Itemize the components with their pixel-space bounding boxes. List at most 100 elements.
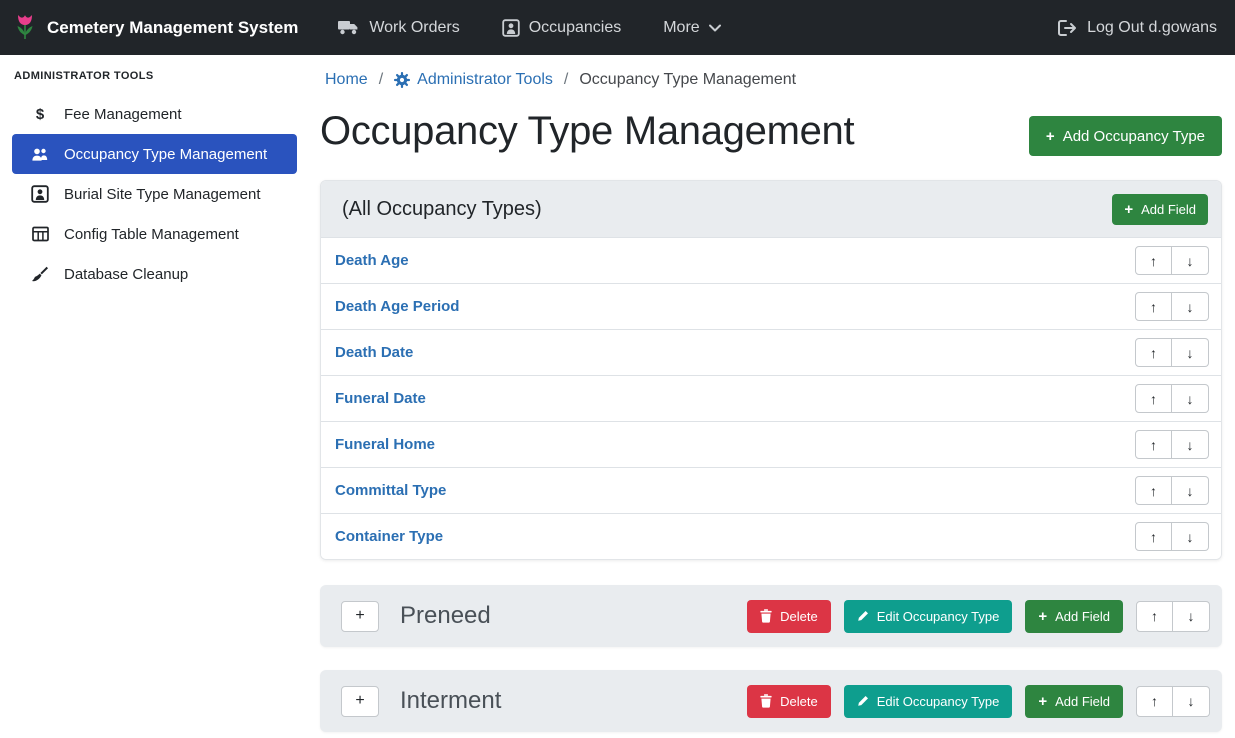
breadcrumb-admin-tools[interactable]: Administrator Tools (394, 71, 553, 89)
add-field-button[interactable]: + Add Field (1025, 600, 1123, 633)
move-up-button[interactable]: ↑ (1135, 476, 1172, 505)
reorder-buttons: ↑ ↓ (1135, 476, 1209, 505)
field-link[interactable]: Committal Type (335, 482, 446, 499)
arrow-up-icon: ↑ (1150, 483, 1157, 499)
sidebar-item-occupancy-type-management[interactable]: Occupancy Type Management (12, 134, 297, 174)
main-content: Home / Administrator Tools / Occupa (305, 55, 1235, 738)
app-brand[interactable]: Cemetery Management System (14, 13, 298, 43)
field-row: Death Age Period ↑ ↓ (321, 283, 1221, 329)
brand-title: Cemetery Management System (47, 18, 298, 38)
move-up-button[interactable]: ↑ (1135, 384, 1172, 413)
move-down-button[interactable]: ↓ (1172, 292, 1209, 321)
card-title: (All Occupancy Types) (342, 198, 542, 221)
plus-icon: + (355, 692, 364, 710)
edit-occupancy-type-button[interactable]: Edit Occupancy Type (844, 685, 1013, 718)
sidebar-item-config-table-management[interactable]: Config Table Management (12, 214, 297, 254)
arrow-up-icon: ↑ (1151, 693, 1158, 709)
nav-occupancies[interactable]: Occupancies (502, 19, 622, 37)
edit-occupancy-type-button[interactable]: Edit Occupancy Type (844, 600, 1013, 633)
add-field-label: Add Field (1055, 694, 1110, 709)
all-occupancy-types-header: (All Occupancy Types) + Add Field (321, 181, 1221, 237)
breadcrumb: Home / Administrator Tools / Occupa (325, 71, 1222, 89)
reorder-buttons: ↑ ↓ (1135, 246, 1209, 275)
nav-more[interactable]: More (663, 19, 720, 37)
reorder-buttons: ↑ ↓ (1135, 430, 1209, 459)
move-down-button[interactable]: ↓ (1172, 384, 1209, 413)
move-down-button[interactable]: ↓ (1173, 601, 1210, 632)
move-up-button[interactable]: ↑ (1135, 430, 1172, 459)
broom-icon (29, 266, 51, 283)
field-link[interactable]: Death Age Period (335, 298, 459, 315)
section-title: Preneed (400, 602, 747, 630)
move-down-button[interactable]: ↓ (1172, 430, 1209, 459)
field-link[interactable]: Container Type (335, 528, 443, 545)
arrow-down-icon: ↓ (1187, 299, 1194, 315)
sidebar-item-burial-site-type-management[interactable]: Burial Site Type Management (12, 174, 297, 214)
plus-icon: + (1046, 129, 1055, 144)
logout-button[interactable]: Log Out d.gowans (1058, 19, 1217, 37)
field-link[interactable]: Death Date (335, 344, 413, 361)
nav-work-orders[interactable]: Work Orders (338, 19, 459, 37)
breadcrumb-separator: / (564, 71, 568, 89)
section-buttons: Delete Edit Occupancy Type + Add Field ↑ (747, 685, 1210, 718)
all-occupancy-types-card: (All Occupancy Types) + Add Field Death … (320, 180, 1222, 560)
move-down-button[interactable]: ↓ (1172, 338, 1209, 367)
field-link[interactable]: Funeral Date (335, 390, 426, 407)
page-header: Occupancy Type Management + Add Occupanc… (320, 107, 1222, 156)
move-up-button[interactable]: ↑ (1135, 338, 1172, 367)
add-occupancy-type-button[interactable]: + Add Occupancy Type (1029, 116, 1222, 156)
person-plot-icon (502, 19, 520, 37)
delete-button[interactable]: Delete (747, 600, 831, 633)
truck-icon (338, 19, 360, 36)
add-field-button[interactable]: + Add Field (1025, 685, 1123, 718)
move-down-button[interactable]: ↓ (1173, 686, 1210, 717)
field-row: Funeral Home ↑ ↓ (321, 421, 1221, 467)
move-down-button[interactable]: ↓ (1172, 246, 1209, 275)
arrow-up-icon: ↑ (1150, 345, 1157, 361)
reorder-buttons: ↑ ↓ (1136, 601, 1210, 632)
pencil-icon (857, 695, 869, 707)
edit-label: Edit Occupancy Type (877, 694, 1000, 709)
nav-occupancies-label: Occupancies (529, 19, 622, 37)
arrow-up-icon: ↑ (1150, 253, 1157, 269)
reorder-buttons: ↑ ↓ (1135, 338, 1209, 367)
person-plot-icon (29, 185, 51, 203)
move-down-button[interactable]: ↓ (1172, 522, 1209, 551)
move-up-button[interactable]: ↑ (1135, 292, 1172, 321)
expand-button[interactable]: + (341, 686, 379, 717)
sidebar-item-database-cleanup[interactable]: Database Cleanup (12, 254, 297, 294)
dollar-icon: $ (29, 106, 51, 123)
logout-label: Log Out d.gowans (1087, 19, 1217, 37)
sidebar-item-label: Fee Management (64, 106, 182, 123)
top-navbar: Cemetery Management System Work Orders (0, 0, 1235, 55)
breadcrumb-home[interactable]: Home (325, 71, 368, 89)
field-link[interactable]: Death Age (335, 252, 409, 269)
delete-label: Delete (780, 694, 818, 709)
sidebar-item-fee-management[interactable]: $ Fee Management (12, 94, 297, 134)
arrow-up-icon: ↑ (1150, 391, 1157, 407)
section-buttons: Delete Edit Occupancy Type + Add Field ↑ (747, 600, 1210, 633)
move-up-button[interactable]: ↑ (1135, 246, 1172, 275)
breadcrumb-current: Occupancy Type Management (579, 71, 796, 89)
arrow-down-icon: ↓ (1187, 345, 1194, 361)
move-up-button[interactable]: ↑ (1136, 601, 1173, 632)
add-field-button[interactable]: + Add Field (1112, 194, 1208, 225)
field-row: Container Type ↑ ↓ (321, 513, 1221, 559)
page-title: Occupancy Type Management (320, 107, 854, 155)
reorder-buttons: ↑ ↓ (1136, 686, 1210, 717)
sidebar-heading: Administrator Tools (12, 68, 297, 94)
sidebar-item-label: Occupancy Type Management (64, 146, 267, 163)
breadcrumb-home-label: Home (325, 71, 368, 89)
field-row: Committal Type ↑ ↓ (321, 467, 1221, 513)
sidebar-nav: $ Fee Management Occupancy Type Manageme… (12, 94, 297, 294)
move-up-button[interactable]: ↑ (1135, 522, 1172, 551)
users-icon (29, 147, 51, 162)
move-up-button[interactable]: ↑ (1136, 686, 1173, 717)
breadcrumb-separator: / (379, 71, 383, 89)
delete-button[interactable]: Delete (747, 685, 831, 718)
field-link[interactable]: Funeral Home (335, 436, 435, 453)
sidebar-item-label: Config Table Management (64, 226, 239, 243)
pencil-icon (857, 610, 869, 622)
move-down-button[interactable]: ↓ (1172, 476, 1209, 505)
expand-button[interactable]: + (341, 601, 379, 632)
